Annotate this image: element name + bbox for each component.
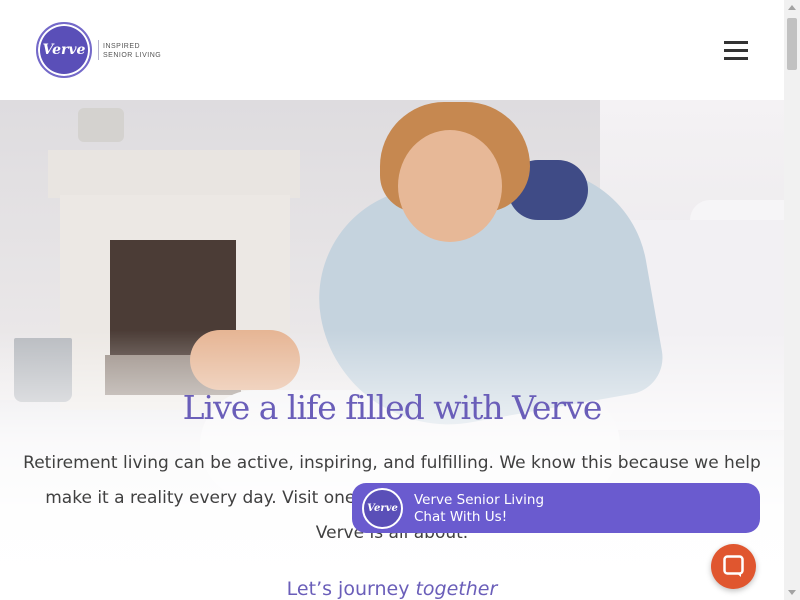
chat-subtitle: Chat With Us!: [414, 509, 508, 525]
journey-emphasis: together: [415, 578, 498, 600]
tagline-line-1: INSPIRED: [103, 43, 141, 50]
tagline-divider: [98, 40, 99, 60]
woman-face: [398, 130, 502, 242]
chat-logo: Verve: [362, 488, 403, 529]
scroll-up-button[interactable]: [784, 0, 800, 16]
mantel-decor: [78, 108, 124, 142]
tagline-line-2: SENIOR LIVING: [103, 52, 162, 59]
scroll-down-arrow-icon: [788, 590, 796, 595]
hero-title: Live a life filled with Verve: [182, 388, 603, 427]
chat-invite-card[interactable]: Verve Verve Senior Living Chat With Us!: [352, 483, 760, 533]
fireplace-mantel: [48, 150, 300, 198]
logo-tagline: INSPIRED SENIOR LIVING: [103, 42, 161, 60]
scroll-thumb[interactable]: [787, 18, 797, 70]
page-scrollbar[interactable]: [784, 0, 800, 600]
site-header: Verve INSPIRED SENIOR LIVING: [0, 0, 784, 100]
scroll-up-arrow-icon: [788, 5, 796, 10]
hamburger-menu-icon[interactable]: [724, 41, 748, 61]
journey-prefix: Let’s journey: [286, 578, 416, 600]
chat-bubble-icon: [723, 555, 744, 577]
chat-title: Verve Senior Living: [414, 492, 545, 508]
chat-launcher-button[interactable]: [711, 544, 756, 589]
journey-heading: Let’s journey together: [0, 578, 784, 600]
logo-text: Verve: [42, 42, 86, 58]
hero-description-line-1: Retirement living can be active, inspiri…: [23, 453, 761, 473]
verve-logo[interactable]: Verve: [36, 22, 92, 78]
scroll-down-button[interactable]: [784, 584, 800, 600]
hero-description-line-2-start: make it a reality every day. Visit one o…: [45, 488, 393, 508]
